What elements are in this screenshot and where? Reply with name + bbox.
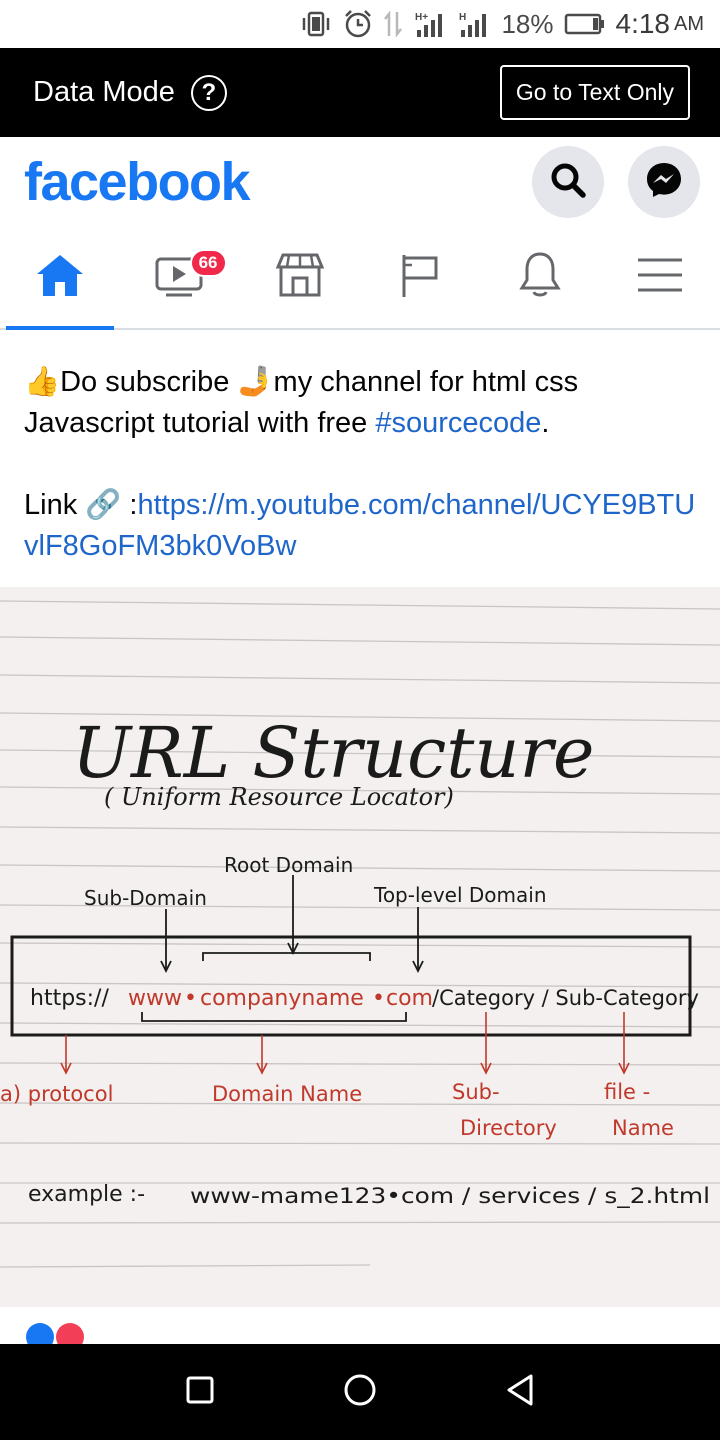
battery-icon (564, 12, 606, 36)
label-domain-name: Domain Name (212, 1082, 362, 1106)
url-subdomain: www (128, 986, 182, 1011)
post-text-end: . (541, 407, 550, 439)
search-icon (548, 160, 588, 205)
label-sub-domain: Sub-Domain (84, 886, 207, 910)
data-mode-info: Data Mode ? (33, 74, 227, 111)
signal-h-plus-icon: H+ (413, 10, 447, 38)
help-icon[interactable]: ? (190, 74, 227, 111)
data-mode-bar: Data Mode ? Go to Text Only (0, 48, 720, 137)
android-navigation-bar (0, 1344, 720, 1440)
home-icon (35, 252, 85, 303)
selfie-emoji: 🤳 (237, 366, 274, 398)
url-protocol: https:// (30, 986, 109, 1011)
vibrate-icon (299, 11, 333, 37)
back-triangle-icon (504, 1373, 536, 1412)
battery-percent: 18% (501, 8, 554, 39)
svg-text:H: H (459, 12, 466, 23)
clock-ampm: AM (674, 12, 704, 35)
label-sub-directory-1: Sub- (452, 1080, 500, 1104)
marketplace-icon (274, 251, 326, 304)
url-domain: companyname (200, 986, 364, 1011)
flag-icon (398, 251, 442, 304)
circle-icon (342, 1372, 378, 1413)
square-icon (185, 1375, 215, 1410)
example-value: www-mame123•com / services / s_2.html (190, 1184, 710, 1209)
clock-time: 4:18 (615, 8, 671, 39)
recents-button[interactable] (170, 1362, 230, 1422)
label-sub-directory-2: Directory (460, 1116, 557, 1140)
tab-marketplace[interactable] (240, 227, 360, 328)
post-reactions-strip (0, 1307, 720, 1351)
data-mode-label: Data Mode (33, 76, 175, 108)
facebook-logo[interactable]: facebook (24, 151, 251, 213)
data-transfer-icon (383, 10, 403, 38)
post-text: 👍Do subscribe 🤳my channel for html css J… (24, 362, 704, 608)
link-separator: : (121, 489, 138, 521)
reaction-icons[interactable] (0, 1307, 120, 1351)
url-tld: com (386, 986, 433, 1011)
url-dot-2: • (372, 986, 385, 1011)
hashtag-link[interactable]: #sourcecode (375, 407, 541, 439)
home-button[interactable] (330, 1362, 390, 1422)
url-path: /Category / Sub-Category (432, 986, 699, 1010)
bell-icon (517, 250, 563, 305)
messenger-button[interactable] (628, 146, 700, 218)
messenger-icon (644, 160, 684, 205)
tab-home[interactable] (0, 227, 120, 330)
label-file-1: file - (604, 1080, 650, 1104)
tab-watch[interactable]: 66 (120, 227, 240, 328)
label-top-level-domain: Top-level Domain (373, 883, 547, 907)
app-header: facebook (0, 137, 720, 227)
svg-text:H+: H+ (415, 12, 428, 23)
header-actions (532, 146, 700, 218)
post-text-part-a: Do subscribe (60, 366, 238, 398)
image-title: URL Structure (72, 712, 594, 794)
tab-pages[interactable] (360, 227, 480, 328)
alarm-icon (343, 9, 373, 39)
signal-h-icon: H (457, 10, 491, 38)
post-message: 👍Do subscribe 🤳my channel for html css J… (24, 362, 704, 444)
search-button[interactable] (532, 146, 604, 218)
tab-notifications[interactable] (480, 227, 600, 328)
label-file-2: Name (612, 1116, 674, 1140)
link-emoji: 🔗 (85, 489, 122, 521)
thumbs-up-emoji: 👍 (24, 366, 61, 398)
main-nav: 66 (0, 227, 720, 330)
label-protocol: a) protocol (0, 1082, 113, 1106)
link-label: Link (24, 489, 86, 521)
back-button[interactable] (490, 1362, 550, 1422)
post-link-line: Link 🔗 :https://m.youtube.com/channel/UC… (24, 485, 704, 567)
url-dot-1: • (184, 986, 197, 1011)
tab-menu[interactable] (600, 227, 720, 328)
image-subtitle: ( Uniform Resource Locator) (104, 783, 454, 811)
status-bar: H+ H 18% 4:18 AM (0, 0, 720, 48)
hamburger-menu-icon (636, 255, 684, 300)
example-label: example :- (28, 1182, 145, 1207)
post-photo[interactable]: URL Structure ( Uniform Resource Locator… (0, 587, 720, 1307)
url-structure-notebook-image: URL Structure ( Uniform Resource Locator… (0, 587, 720, 1307)
watch-badge: 66 (189, 249, 227, 277)
label-root-domain: Root Domain (224, 853, 353, 877)
go-to-text-only-button[interactable]: Go to Text Only (499, 65, 690, 120)
